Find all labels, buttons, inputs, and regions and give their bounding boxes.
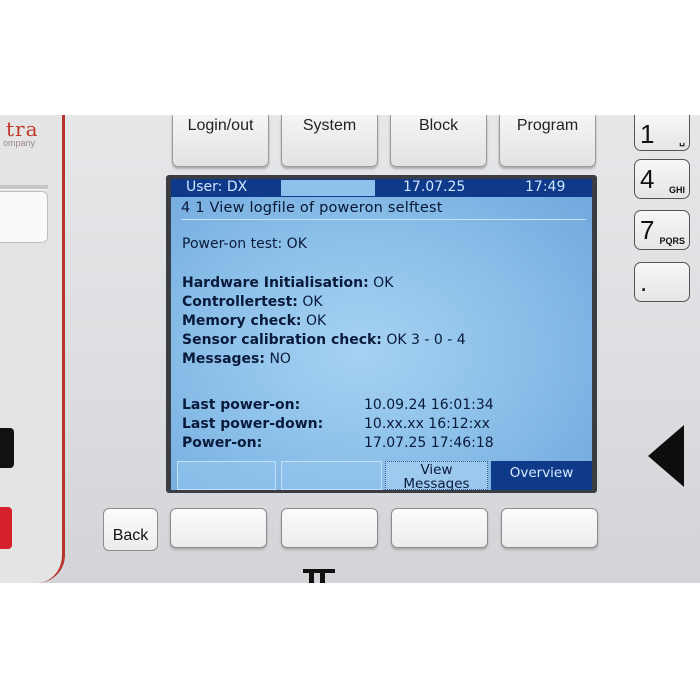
arrow-left-icon[interactable] [648, 425, 684, 487]
key-digit: 4 [640, 164, 655, 194]
check-value: NO [269, 351, 291, 367]
power-on-value: 17.07.25 17:46:18 [364, 435, 494, 451]
lcd-screen: User: DX 17.07.25 17:49 4 1 View logfile… [171, 179, 592, 490]
check-label: Hardware Initialisation: [182, 275, 369, 291]
softkey-button-1[interactable] [170, 508, 267, 548]
last-power-on-value: 10.09.24 16:01:34 [364, 397, 494, 413]
check-sensor-calibration: Sensor calibration check: OK 3 - 0 - 4 [182, 332, 466, 348]
brand-subtitle: ompany [3, 138, 36, 148]
key-letters: PQRS [659, 236, 685, 246]
lcd-softkey-2 [281, 461, 382, 490]
check-memory: Memory check: OK [182, 313, 326, 329]
lcd-softkey-1 [177, 461, 276, 490]
title-divider [181, 219, 586, 220]
check-label: Sensor calibration check: [182, 332, 382, 348]
check-value: OK [302, 294, 323, 310]
system-key[interactable]: System [281, 115, 378, 167]
lcd-softkey-view-messages: View Messages [385, 461, 488, 490]
keypad-key-1[interactable]: 1 ␣ [634, 115, 690, 151]
check-hardware-init: Hardware Initialisation: OK [182, 275, 393, 291]
keypad-key-7[interactable]: 7 PQRS [634, 210, 690, 250]
back-button[interactable]: Back [103, 508, 158, 551]
check-value: OK 3 - 0 - 4 [386, 332, 466, 348]
device-panel: tra ompany Login/out System Block Progra… [0, 115, 700, 583]
check-messages: Messages: NO [182, 351, 291, 367]
last-power-down: Last power-down: [182, 416, 323, 432]
check-label: Memory check: [182, 313, 302, 329]
softkey-button-view-messages[interactable] [391, 508, 488, 548]
keypad-key-dot[interactable]: . [634, 262, 690, 302]
check-value: OK [373, 275, 394, 291]
status-highlight [281, 180, 375, 196]
left-module: tra ompany [0, 115, 65, 583]
check-label: Controllertest: [182, 294, 298, 310]
key-letters: ␣ [679, 136, 685, 146]
block-key[interactable]: Block [390, 115, 487, 167]
softkey-button-2[interactable] [281, 508, 378, 548]
power-on: Power-on: [182, 435, 262, 451]
last-power-on: Last power-on: [182, 397, 300, 413]
key-digit: 1 [640, 119, 655, 149]
left-display-window [0, 191, 48, 243]
left-divider [0, 185, 48, 190]
key-digit: . [640, 267, 648, 297]
status-date: 17.07.25 [403, 179, 466, 195]
keypad-key-4[interactable]: 4 GHI [634, 159, 690, 199]
left-red-key[interactable] [0, 507, 12, 549]
time-label: Last power-down: [182, 416, 324, 432]
login-out-key[interactable]: Login/out [172, 115, 269, 167]
key-digit: 7 [640, 215, 655, 245]
status-user: User: DX [186, 179, 248, 195]
left-black-key[interactable] [0, 428, 14, 468]
check-controllertest: Controllertest: OK [182, 294, 323, 310]
softkey-button-overview[interactable] [501, 508, 598, 548]
lcd-status-bar: User: DX 17.07.25 17:49 [171, 179, 592, 197]
screen-title: 4 1 View logfile of poweron selftest [181, 200, 443, 216]
check-value: OK [305, 313, 327, 329]
status-time: 17:49 [525, 179, 566, 195]
manufacturer-logo-icon [303, 569, 335, 583]
last-power-down-value: 10.xx.xx 16:12:xx [364, 416, 490, 432]
time-label: Power-on: [182, 435, 263, 451]
time-label: Last power-on: [182, 397, 301, 413]
key-letters: GHI [668, 185, 685, 195]
power-on-test: Power-on test: OK [182, 236, 307, 252]
lcd-softkey-overview: Overview [491, 461, 592, 490]
program-key[interactable]: Program [499, 115, 596, 167]
lcd-softkey-row: View Messages Overview [171, 461, 592, 490]
check-label: Messages: [182, 351, 265, 367]
